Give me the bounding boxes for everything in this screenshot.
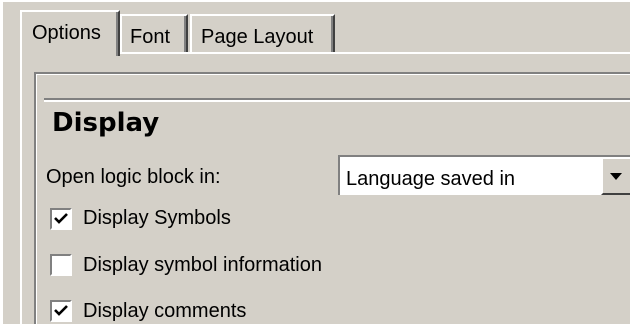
checkmark-icon — [54, 305, 68, 316]
display-symbol-information-label: Display symbol information — [83, 254, 322, 276]
group-divider — [44, 100, 630, 102]
tab-label: Page Layout — [201, 26, 314, 48]
display-symbols-label: Display Symbols — [83, 207, 231, 229]
display-comments-label: Display comments — [83, 300, 247, 322]
select-value: Language saved in — [346, 168, 516, 190]
panel-border — [36, 74, 37, 324]
tab-shadow — [184, 16, 186, 52]
tab-shadow — [116, 12, 118, 56]
tab-page-layout[interactable]: Page Layout — [190, 14, 335, 52]
section-title-display: Display — [52, 108, 160, 138]
panel-border — [36, 74, 630, 75]
display-comments-checkbox[interactable] — [50, 300, 72, 322]
open-logic-block-label: Open logic block in: — [46, 166, 221, 188]
display-symbols-checkbox[interactable] — [50, 208, 72, 230]
dialog-edge-left — [0, 0, 3, 324]
open-logic-block-select[interactable]: Language saved in — [338, 155, 630, 195]
display-symbol-information-checkbox[interactable] — [50, 254, 72, 276]
tab-page-edge-left — [20, 52, 22, 324]
tab-label: Font — [130, 26, 171, 48]
tab-shadow — [331, 16, 333, 52]
checkmark-icon — [54, 213, 68, 224]
tab-options[interactable]: Options — [20, 10, 120, 56]
options-dialog: Font Page Layout Options Display Open lo… — [0, 0, 630, 324]
tab-font[interactable]: Font — [120, 14, 188, 52]
dropdown-button[interactable] — [601, 157, 630, 195]
tab-label: Options — [32, 22, 101, 44]
chevron-down-icon — [610, 173, 622, 180]
dialog-edge-top — [0, 0, 630, 2]
